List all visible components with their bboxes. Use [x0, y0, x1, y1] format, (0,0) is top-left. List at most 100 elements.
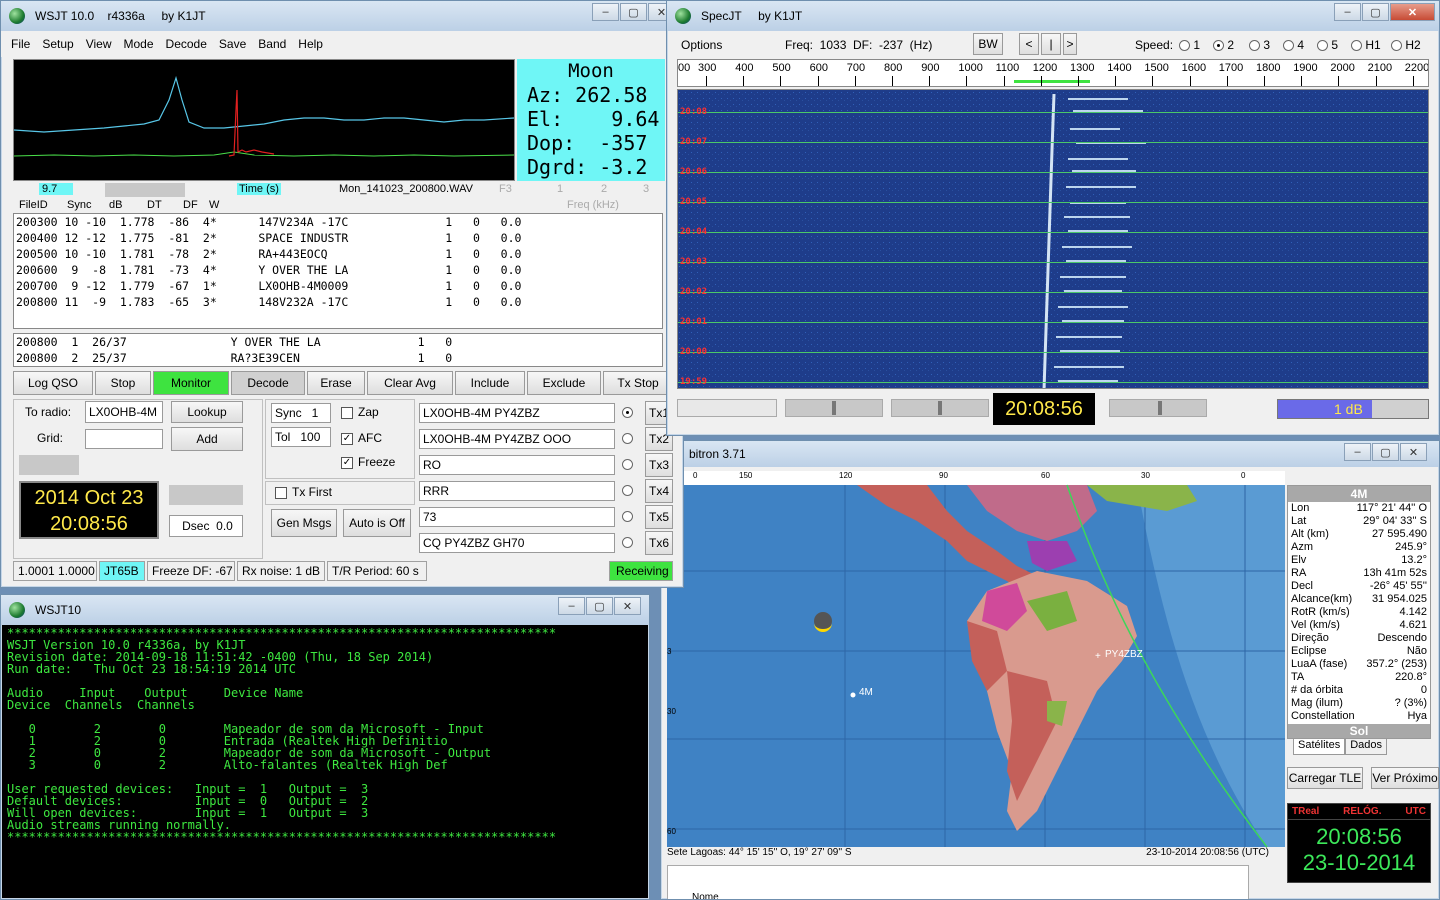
options-menu[interactable]: Options — [681, 38, 722, 52]
menu-setup[interactable]: Setup — [42, 37, 73, 51]
include-button[interactable]: Include — [455, 371, 525, 395]
menu-save[interactable]: Save — [219, 37, 246, 51]
tx2-radio[interactable] — [622, 433, 633, 444]
spectrum-plot[interactable] — [13, 59, 515, 181]
exclude-button[interactable]: Exclude — [527, 371, 601, 395]
close-icon[interactable]: ✕ — [1390, 3, 1435, 21]
info-value: ? (3%) — [1394, 697, 1427, 709]
to-radio-input[interactable]: LX0OHB-4M — [85, 401, 163, 423]
col-fileid: FileID — [19, 199, 48, 211]
auto-off-button[interactable]: Auto is Off — [343, 509, 411, 537]
maximize-icon[interactable]: ▢ — [586, 597, 613, 615]
tx4-button[interactable]: Tx4 — [645, 479, 673, 503]
sync-field[interactable]: Sync 1 — [271, 403, 331, 423]
menu-help[interactable]: Help — [298, 37, 323, 51]
freeze-checkbox[interactable]: ✓ Freeze — [341, 455, 395, 469]
tx-first-checkbox[interactable]: Tx First — [275, 485, 332, 499]
lookup-button[interactable]: Lookup — [171, 401, 243, 423]
decode-line[interactable]: 200400 12 -12 1.775 -81 2* SPACE INDUSTR… — [16, 230, 662, 246]
decode-line[interactable]: 200300 10 -10 1.778 -86 4* 147V234A -17C… — [16, 214, 662, 230]
grid-input[interactable] — [85, 429, 163, 449]
tx3-radio[interactable] — [622, 459, 633, 470]
next-pass-button[interactable]: Ver Próximo — [1371, 767, 1439, 789]
nav-left-button[interactable]: < — [1019, 33, 1039, 55]
orbitron-titlebar[interactable]: bitron 3.71 ‒ ▢ ✕ — [661, 441, 1439, 467]
tx4-radio[interactable] — [622, 485, 633, 496]
average-text-box[interactable]: 200800 1 26/37 Y OVER THE LA 1 0 200800 2… — [13, 333, 663, 367]
decode-line[interactable]: 200700 9 -12 1.779 -67 1* LX0OHB-4M0009 … — [16, 278, 662, 294]
tol-field[interactable]: Tol 100 — [271, 427, 331, 447]
menu-file[interactable]: File — [11, 37, 30, 51]
tx6-message[interactable]: CQ PY4ZBZ GH70 — [419, 533, 615, 553]
nav-right-button[interactable]: > — [1063, 33, 1077, 55]
dsec-field[interactable]: Dsec 0.0 — [169, 515, 243, 537]
world-map[interactable]: + 0 150 120 90 60 30 0 0 3 30 60 4M PY4Z… — [667, 471, 1285, 847]
tx6-radio[interactable] — [622, 537, 633, 548]
close-icon[interactable]: ✕ — [1400, 443, 1427, 461]
speed-1[interactable]: 1 — [1179, 38, 1200, 52]
slider-thumb[interactable] — [832, 401, 836, 415]
speed-3[interactable]: 3 — [1249, 38, 1270, 52]
status-mode: JT65B — [99, 561, 145, 581]
maximize-icon[interactable]: ▢ — [1362, 3, 1389, 21]
speed-h2[interactable]: H2 — [1391, 38, 1421, 52]
tx5-message[interactable]: 73 — [419, 507, 615, 527]
menu-band[interactable]: Band — [258, 37, 286, 51]
specjt-titlebar[interactable]: SpecJT by K1JT ‒ ▢ ✕ — [667, 1, 1439, 31]
tx2-message[interactable]: LX0OHB-4M PY4ZBZ OOO — [419, 429, 615, 449]
speed-4[interactable]: 4 — [1283, 38, 1304, 52]
tx3-message[interactable]: RO — [419, 455, 615, 475]
load-tle-button[interactable]: Carregar TLE — [1287, 767, 1363, 789]
add-button[interactable]: Add — [171, 427, 243, 451]
speed-5[interactable]: 5 — [1317, 38, 1338, 52]
zap-checkbox[interactable]: Zap — [341, 405, 379, 419]
speed-2[interactable]: 2 — [1213, 38, 1234, 52]
erase-button[interactable]: Erase — [307, 371, 365, 395]
log-qso-button[interactable]: Log QSO — [13, 371, 93, 395]
minimize-icon[interactable]: ‒ — [1334, 3, 1361, 21]
speed-h1[interactable]: H1 — [1351, 38, 1381, 52]
slider-track-2[interactable] — [785, 399, 883, 417]
maximize-icon[interactable]: ▢ — [620, 3, 647, 21]
tx1-message[interactable]: LX0OHB-4M PY4ZBZ — [419, 403, 615, 423]
tx1-radio[interactable] — [622, 407, 633, 418]
minimize-icon[interactable]: ‒ — [558, 597, 585, 615]
slider-track-1[interactable] — [677, 399, 777, 417]
decode-line[interactable]: 200500 10 -10 1.781 -78 2* RA+443EOCQ 1 … — [16, 246, 662, 262]
minimize-icon[interactable]: ‒ — [1344, 443, 1371, 461]
tab-satelites[interactable]: Satélites — [1293, 739, 1346, 755]
slider-thumb[interactable] — [938, 401, 942, 415]
console-titlebar[interactable]: WSJT10 ‒ ▢ ✕ — [1, 595, 649, 625]
tx6-button[interactable]: Tx6 — [645, 531, 673, 555]
menu-view[interactable]: View — [86, 37, 112, 51]
monitor-button[interactable]: Monitor — [153, 371, 229, 395]
tab-dados[interactable]: Dados — [1345, 739, 1387, 755]
slider-track-4[interactable] — [1109, 399, 1207, 417]
gen-msgs-button[interactable]: Gen Msgs — [271, 509, 337, 537]
decode-line[interactable]: 200800 2 25/37 RA?3E39CEN 1 0 — [16, 350, 662, 366]
minimize-icon[interactable]: ‒ — [592, 3, 619, 21]
tx-stop-button[interactable]: Tx Stop — [603, 371, 673, 395]
menu-mode[interactable]: Mode — [124, 37, 154, 51]
nav-center-button[interactable]: | — [1041, 33, 1061, 55]
tx5-button[interactable]: Tx5 — [645, 505, 673, 529]
menu-decode[interactable]: Decode — [166, 37, 207, 51]
tx3-button[interactable]: Tx3 — [645, 453, 673, 477]
slider-track-3[interactable] — [891, 399, 989, 417]
tx5-radio[interactable] — [622, 511, 633, 522]
afc-checkbox[interactable]: ✓ AFC — [341, 431, 382, 445]
wsjt-titlebar[interactable]: WSJT 10.0 r4336a by K1JT ‒ ▢ ✕ — [1, 1, 683, 31]
maximize-icon[interactable]: ▢ — [1372, 443, 1399, 461]
clear-avg-button[interactable]: Clear Avg — [367, 371, 453, 395]
close-icon[interactable]: ✕ — [614, 597, 641, 615]
decode-line[interactable]: 200800 11 -9 1.783 -65 3* 148V232A -17C … — [16, 294, 662, 310]
decode-line[interactable]: 200600 9 -8 1.781 -73 4* Y OVER THE LA 1… — [16, 262, 662, 278]
decode-line[interactable]: 200800 1 26/37 Y OVER THE LA 1 0 — [16, 334, 662, 350]
decode-button[interactable]: Decode — [231, 371, 305, 395]
bw-button[interactable]: BW — [973, 33, 1003, 55]
slider-thumb[interactable] — [1158, 401, 1162, 415]
waterfall-display[interactable]: 20:08 20:07 20:06 20:05 20:04 20:03 20:02 20:01… — [677, 89, 1429, 389]
tx4-message[interactable]: RRR — [419, 481, 615, 501]
decoded-text-box[interactable]: 200300 10 -10 1.778 -86 4* 147V234A -17C… — [13, 213, 663, 329]
stop-button[interactable]: Stop — [95, 371, 151, 395]
